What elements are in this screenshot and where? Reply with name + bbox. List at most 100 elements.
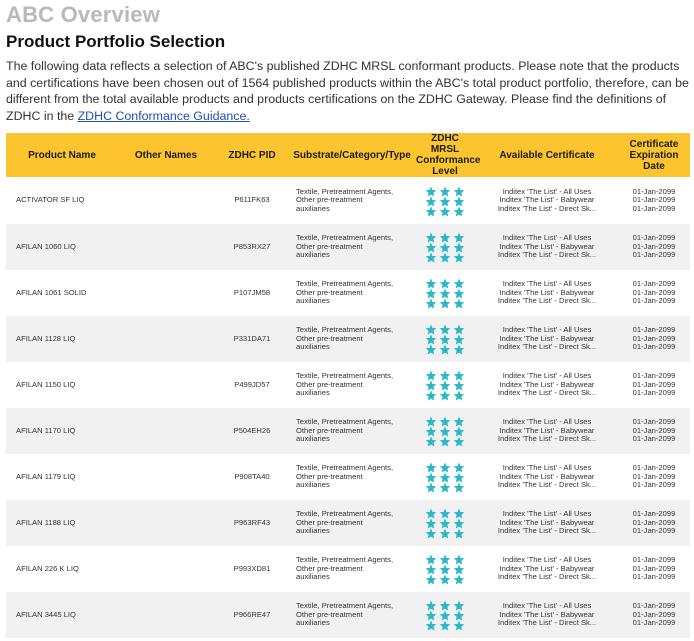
star-icon	[438, 205, 452, 217]
star-icon	[424, 462, 438, 473]
star-icon	[424, 426, 438, 437]
expiration-cell: 01-Jan-2099 01-Jan-2099 01-Jan-2099	[618, 408, 690, 454]
header-mrsl-line: Conformance	[416, 155, 481, 166]
certificate-cell: Inditex 'The List' - All Uses Inditex 'Th…	[476, 362, 618, 408]
star-icon	[438, 380, 452, 391]
conformance-level-cell	[414, 316, 476, 362]
zdhc-pid-cell: P499JD57	[234, 379, 270, 389]
star-icon	[438, 324, 452, 335]
product-name-cell: AFILAN 226 K LIQ	[16, 563, 79, 573]
overview-title: ABC Overview	[6, 2, 161, 27]
star-icon	[452, 462, 466, 473]
star-icon	[452, 472, 466, 483]
zdhc-pid-cell: P963RF43	[233, 517, 271, 527]
substrate-cell: Textile, Pretreatment Agents, Other pre-t…	[290, 500, 414, 546]
table-row[interactable]: ACTIVATOR SF LIQ P611FK63 Textile, Pretrea…	[6, 177, 690, 224]
other-names-cell	[118, 362, 214, 408]
other-names-cell	[118, 270, 214, 316]
star-icon	[452, 426, 466, 437]
star-icon	[438, 600, 452, 611]
star-icon	[438, 508, 452, 519]
star-icon	[438, 288, 452, 299]
expiration-line: 01-Jan-2099	[632, 296, 676, 306]
expiration-cell: 01-Jan-2099 01-Jan-2099 01-Jan-2099	[618, 224, 690, 270]
conformance-guidance-link[interactable]: ZDHC Conformance Guidance.	[78, 109, 250, 123]
header-product-name[interactable]: Product Name	[6, 133, 118, 177]
conformance-stars	[424, 600, 466, 631]
intro-paragraph: The following data reflects a selection …	[6, 58, 690, 124]
page-header: ABC Overview Product Portfolio Selection…	[6, 0, 690, 124]
header-other-names[interactable]: Other Names	[118, 133, 214, 177]
star-icon	[438, 528, 452, 539]
star-icon	[438, 426, 452, 437]
substrate-line: auxiliaries	[296, 388, 330, 398]
certificate-cell: Inditex 'The List' - All Uses Inditex 'Th…	[476, 316, 618, 362]
star-icon	[452, 278, 466, 289]
star-icon	[424, 195, 438, 207]
expiration-cell: 01-Jan-2099 01-Jan-2099 01-Jan-2099	[618, 362, 690, 408]
table-row[interactable]: AFILAN 1150 LIQ P499JD57 Textile, Pretreat…	[6, 362, 690, 408]
product-name-cell: AFILAN 1061 SOLID	[16, 287, 87, 297]
star-icon	[452, 185, 466, 197]
header-exp-line: Date	[643, 160, 665, 172]
star-icon	[424, 574, 438, 585]
star-icon	[424, 380, 438, 391]
star-icon	[424, 242, 438, 253]
header-zdhc-pid[interactable]: ZDHC PID	[214, 133, 290, 177]
star-icon	[424, 278, 438, 289]
expiration-cell: 01-Jan-2099 01-Jan-2099 01-Jan-2099	[618, 546, 690, 592]
zdhc-pid-cell: P853RX27	[233, 241, 271, 251]
star-icon	[452, 232, 466, 243]
star-icon	[424, 252, 438, 263]
expiration-line: 01-Jan-2099	[632, 572, 676, 582]
star-icon	[452, 288, 466, 299]
star-icon	[452, 508, 466, 519]
table-row[interactable]: AFILAN 1188 LIQ P963RF43 Textile, Pretreat…	[6, 500, 690, 546]
conformance-stars	[424, 370, 466, 401]
product-name-cell: AFILAN 1060 LIQ	[16, 241, 76, 251]
certificate-line: Inditex 'The List' - Direct Sk...	[497, 618, 597, 628]
star-icon	[438, 462, 452, 473]
table-row[interactable]: AFILAN 1060 LIQ P853RX27 Textile, Pretreat…	[6, 224, 690, 270]
header-expiration-date[interactable]: Certificate Expiration Date	[618, 133, 690, 177]
substrate-line: auxiliaries	[296, 434, 330, 444]
table-row[interactable]: AFILAN 1128 LIQ P331DA71 Textile, Pretreat…	[6, 316, 690, 362]
expiration-cell: 01-Jan-2099 01-Jan-2099 01-Jan-2099	[618, 177, 690, 224]
star-icon	[452, 554, 466, 565]
header-available-certificate[interactable]: Available Certificate	[476, 133, 618, 177]
conformance-level-cell	[414, 408, 476, 454]
expiration-cell: 01-Jan-2099 01-Jan-2099 01-Jan-2099	[618, 592, 690, 638]
star-icon	[452, 436, 466, 447]
zdhc-pid-cell: P966RE47	[233, 609, 271, 619]
header-mrsl-level[interactable]: ZDHC MRSL Conformance Level	[414, 133, 481, 177]
zdhc-pid-cell: P993XD81	[233, 563, 271, 573]
header-exp-line: Certificate	[629, 138, 679, 150]
conformance-level-cell	[414, 546, 476, 592]
expiration-line: 01-Jan-2099	[632, 526, 676, 536]
conformance-level-cell	[414, 592, 476, 638]
header-mrsl-line: ZDHC MRSL	[430, 133, 460, 155]
table-row[interactable]: AFILAN 3445 LIQ P966RE47 Textile, Pretreat…	[6, 592, 690, 638]
substrate-line: auxiliaries	[296, 618, 330, 628]
header-substrate[interactable]: Substrate/Category/Type	[290, 133, 414, 177]
zdhc-pid-cell: P504EH26	[233, 425, 271, 435]
star-icon	[424, 344, 438, 355]
conformance-stars	[424, 508, 466, 539]
table-row[interactable]: AFILAN 1179 LIQ P908TA40 Textile, Pretreat…	[6, 454, 690, 500]
certificate-line: Inditex 'The List' - Direct Sk...	[497, 296, 597, 306]
certificate-line: Inditex 'The List' - Direct Sk...	[497, 526, 597, 536]
table-row[interactable]: AFILAN 1170 LIQ P504EH26 Textile, Pretreat…	[6, 408, 690, 454]
star-icon	[424, 610, 438, 621]
table-row[interactable]: AFILAN 226 K LIQ P993XD81 Textile, Pretrea…	[6, 546, 690, 592]
star-icon	[438, 242, 452, 253]
table-row[interactable]: AFILAN 1061 SOLID P107JM58 Textile, Pretre…	[6, 270, 690, 316]
star-icon	[452, 334, 466, 345]
star-icon	[424, 518, 438, 529]
conformance-level-cell	[414, 500, 476, 546]
conformance-level-cell	[414, 362, 476, 408]
expiration-line: 01-Jan-2099	[632, 203, 676, 213]
star-icon	[424, 334, 438, 345]
conformance-stars	[424, 232, 466, 263]
other-names-cell	[118, 177, 214, 224]
substrate-line: auxiliaries	[296, 250, 330, 260]
